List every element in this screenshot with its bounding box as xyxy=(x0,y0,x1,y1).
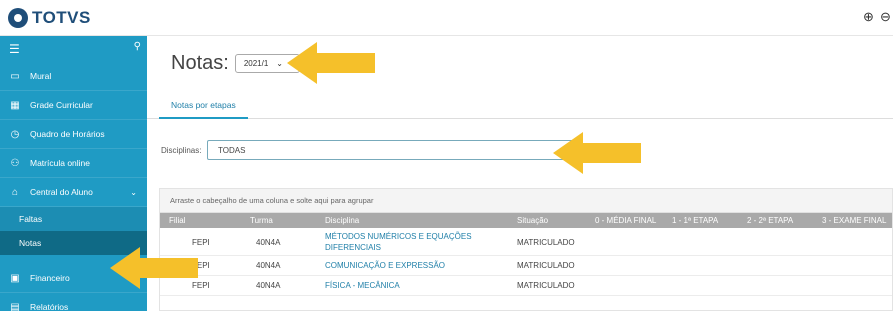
menu-icon[interactable]: ☰ xyxy=(9,42,20,56)
cell-situacao: MATRICULADO xyxy=(517,238,575,247)
monitor-icon: ▭ xyxy=(10,70,20,82)
cell-disciplina[interactable]: FÍSICA - MECÂNICA xyxy=(325,281,400,290)
arrow-pointing-period-select xyxy=(287,42,375,84)
sidebar-item-label: Mural xyxy=(30,71,52,81)
sidebar-subitem-label: Notas xyxy=(19,238,42,248)
graduation-cap-icon: ⌂ xyxy=(11,186,19,198)
zoom-in-icon[interactable]: ⊕ xyxy=(863,9,874,25)
cell-disciplina-cont[interactable]: DIFERENCIAIS xyxy=(325,243,381,252)
cell-disciplina[interactable]: MÉTODOS NUMÉRICOS E EQUAÇÕES xyxy=(325,232,472,241)
column-header-situacao[interactable]: Situação xyxy=(517,216,548,225)
column-header-media-final[interactable]: 0 - MÉDIA FINAL xyxy=(595,216,656,225)
top-bar: TOTVS ⊕ ⊖ xyxy=(0,0,893,36)
chevron-down-icon: ⌄ xyxy=(130,187,137,197)
sidebar-item-label: Grade Curricular xyxy=(30,100,93,110)
column-header-filial[interactable]: Filial xyxy=(169,216,185,225)
main-content: Notas: 2021/1 ⌄ Notas por etapas Discipl… xyxy=(147,36,893,311)
tab-bar: Notas por etapas xyxy=(147,93,893,119)
sidebar-item-mural[interactable]: ▭ Mural xyxy=(0,62,147,91)
disciplinas-label: Disciplinas: xyxy=(161,146,202,155)
table-header: Filial Turma Disciplina Situação 0 - MÉD… xyxy=(160,213,892,228)
money-icon: ▣ xyxy=(10,272,20,284)
table-row[interactable]: FEPI 40N4A FÍSICA - MECÂNICA MATRICULADO xyxy=(160,276,892,296)
cell-situacao: MATRICULADO xyxy=(517,281,575,290)
sidebar-item-relatorios[interactable]: ▤ Relatórios xyxy=(0,293,147,322)
pin-icon[interactable]: ⚲ xyxy=(134,41,141,52)
sidebar-subitem-faltas[interactable]: Faltas xyxy=(0,207,147,231)
cell-turma: 40N4A xyxy=(256,261,281,270)
column-header-1-etapa[interactable]: 1 - 1ª ETAPA xyxy=(672,216,718,225)
grid-icon: ▦ xyxy=(10,99,20,111)
table-row[interactable]: FEPI 40N4A COMUNICAÇÃO E EXPRESSÃO MATRI… xyxy=(160,256,892,276)
page-title: Notas: xyxy=(171,52,229,74)
add-user-icon: ⚇ xyxy=(10,157,20,169)
cell-turma: 40N4A xyxy=(256,281,281,290)
tab-notas-por-etapas[interactable]: Notas por etapas xyxy=(159,93,248,119)
cell-situacao: MATRICULADO xyxy=(517,261,575,270)
arrow-pointing-notas-menu xyxy=(110,247,198,289)
table-row[interactable]: FEPI 40N4A MÉTODOS NUMÉRICOS E EQUAÇÕES … xyxy=(160,228,892,256)
zoom-out-icon[interactable]: ⊖ xyxy=(880,9,891,25)
sidebar-header: ☰ ⚲ xyxy=(0,36,147,62)
logo-text: TOTVS xyxy=(32,8,91,27)
chevron-down-icon: ⌄ xyxy=(276,59,283,68)
sidebar-item-central-aluno[interactable]: ⌂ Central do Aluno ⌄ xyxy=(0,178,147,207)
column-header-2-etapa[interactable]: 2 - 2ª ETAPA xyxy=(747,216,793,225)
sidebar-item-quadro-horarios[interactable]: ◷ Quadro de Horários xyxy=(0,120,147,149)
totvs-logo[interactable]: TOTVS xyxy=(8,8,91,28)
sidebar-subitem-label: Faltas xyxy=(19,214,43,224)
column-header-turma[interactable]: Turma xyxy=(250,216,273,225)
cell-disciplina[interactable]: COMUNICAÇÃO E EXPRESSÃO xyxy=(325,261,445,270)
group-hint: Arraste o cabeçalho de uma coluna e solt… xyxy=(170,196,374,205)
sidebar-item-label: Financeiro xyxy=(30,273,70,283)
disciplinas-input[interactable]: TODAS xyxy=(207,140,577,160)
sidebar-item-grade-curricular[interactable]: ▦ Grade Curricular xyxy=(0,91,147,120)
sidebar-item-label: Quadro de Horários xyxy=(30,129,105,139)
tab-label: Notas por etapas xyxy=(171,100,236,110)
column-header-disciplina[interactable]: Disciplina xyxy=(325,216,359,225)
period-select-value: 2021/1 xyxy=(243,59,269,68)
clock-icon: ◷ xyxy=(10,128,20,140)
disciplinas-value: TODAS xyxy=(218,145,246,155)
group-drop-area[interactable]: Arraste o cabeçalho de uma coluna e solt… xyxy=(160,189,892,213)
sidebar-item-label: Matrícula online xyxy=(30,158,91,168)
sidebar-item-label: Central do Aluno xyxy=(30,187,93,197)
arrow-pointing-disciplinas-input xyxy=(553,132,641,174)
column-header-exame-final[interactable]: 3 - EXAME FINAL xyxy=(822,216,886,225)
grades-grid: Arraste o cabeçalho de uma coluna e solt… xyxy=(159,188,893,311)
sidebar-item-matricula-online[interactable]: ⚇ Matrícula online xyxy=(0,149,147,178)
cell-turma: 40N4A xyxy=(256,238,281,247)
logo-icon xyxy=(8,8,28,28)
page-header: Notas: 2021/1 ⌄ xyxy=(171,52,300,75)
